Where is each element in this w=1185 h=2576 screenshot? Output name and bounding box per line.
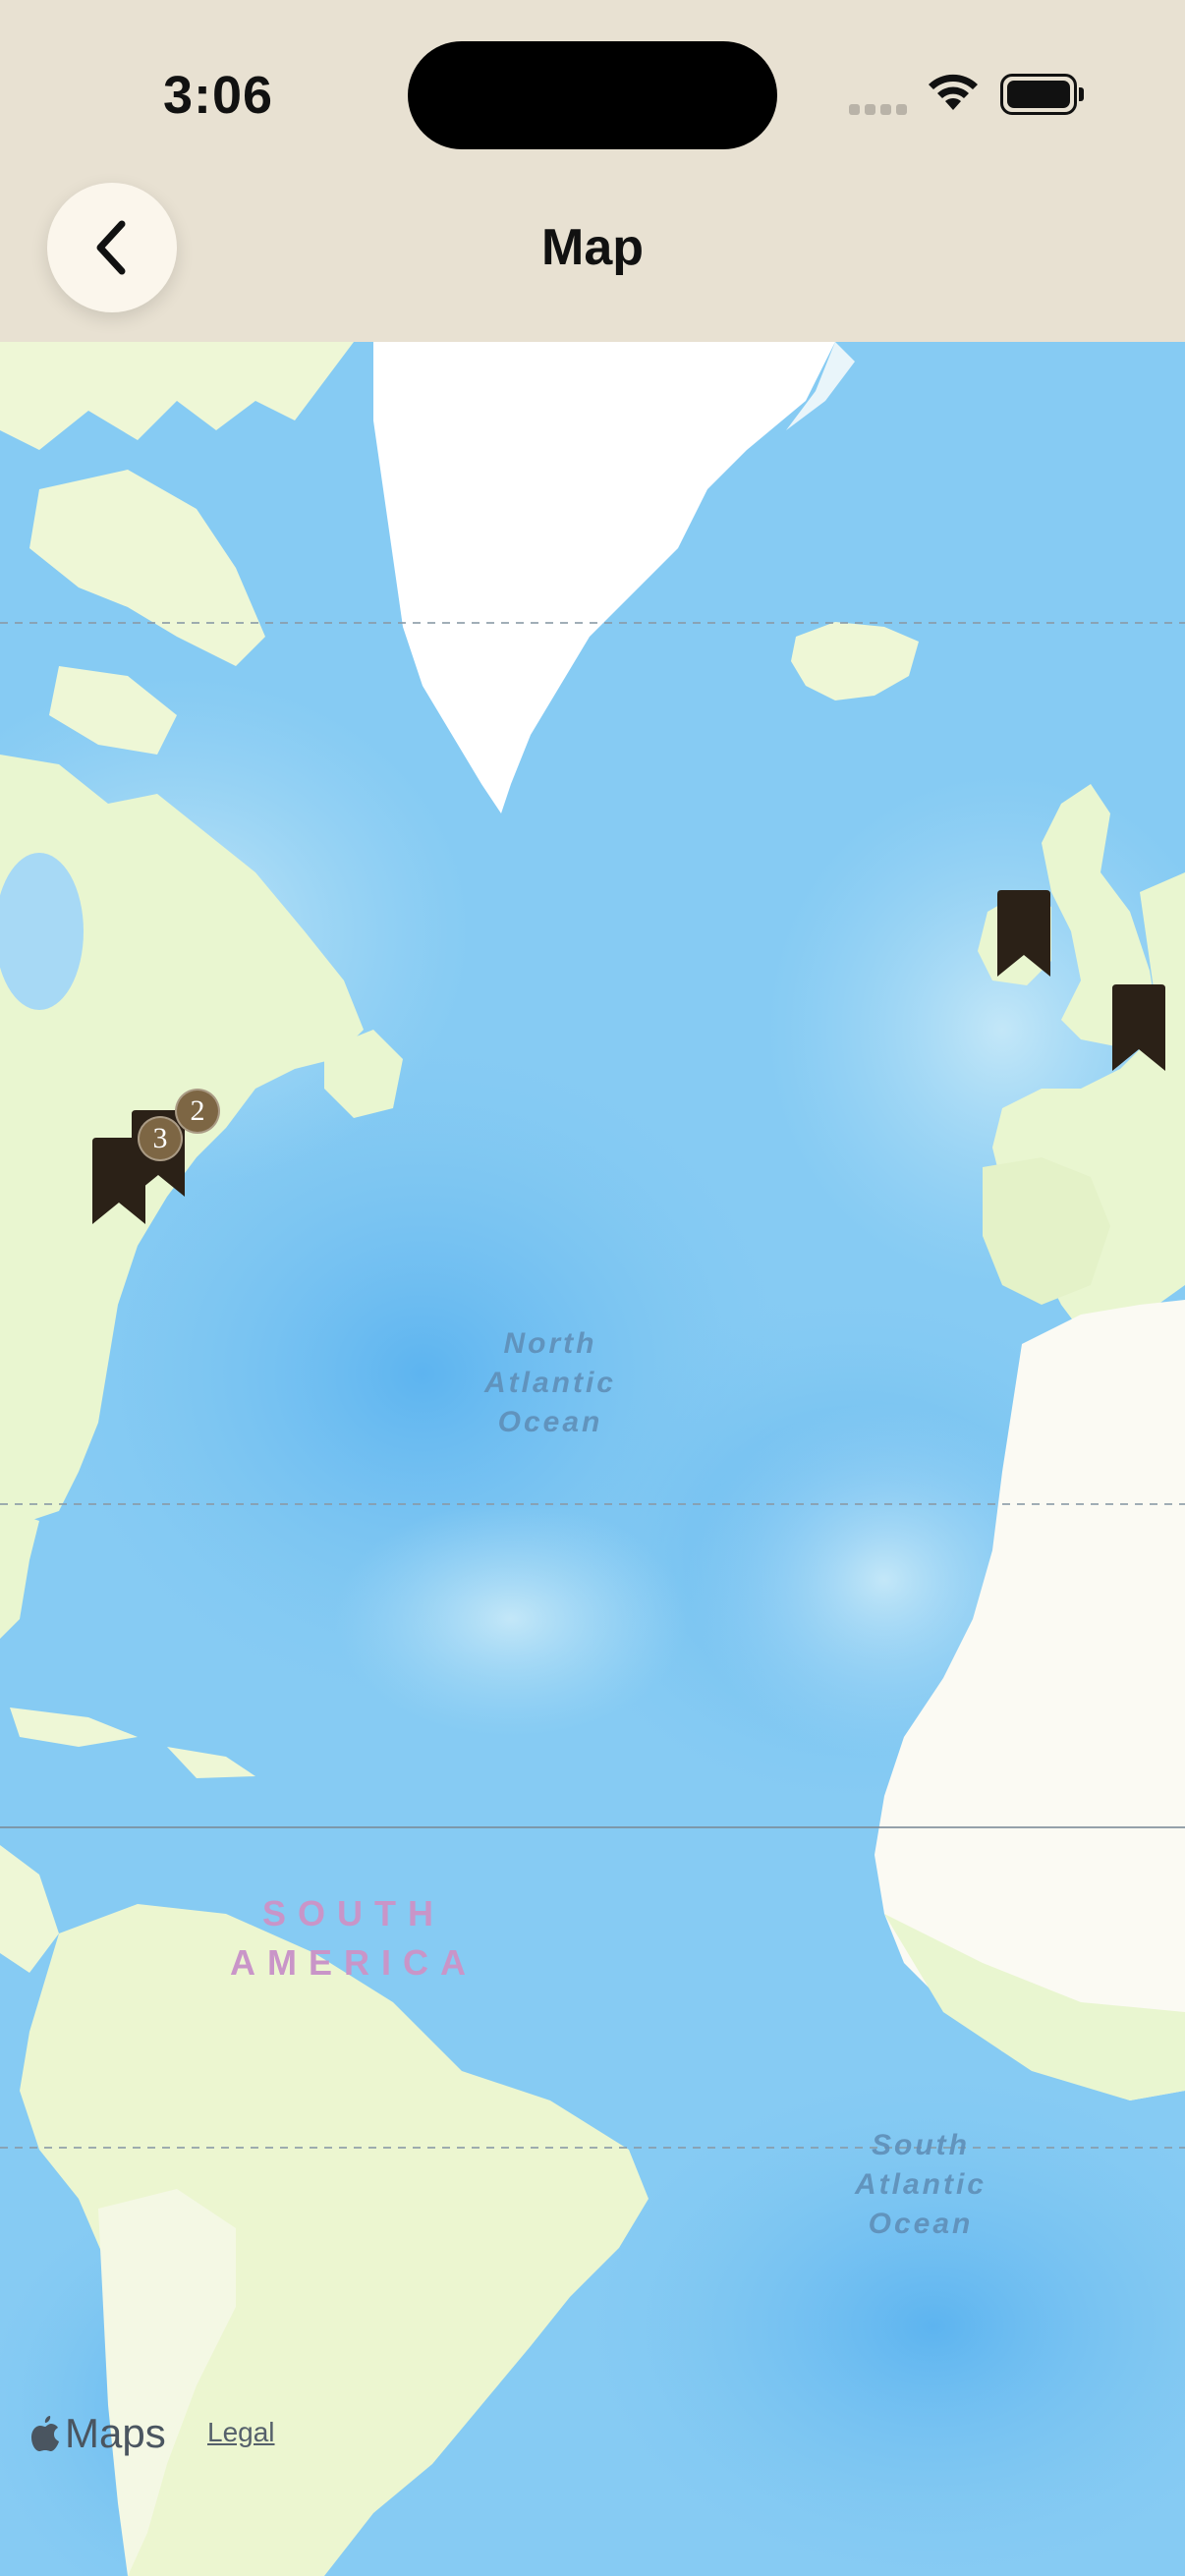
north-atlantic-ocean-label: North Atlantic Ocean — [432, 1324, 668, 1442]
bookmark-icon — [1112, 984, 1165, 1071]
apple-maps-attribution: Maps — [29, 2410, 166, 2457]
legal-link[interactable]: Legal — [207, 2417, 275, 2448]
status-bar: 3:06 — [0, 0, 1185, 187]
cellular-signal-icon — [849, 104, 908, 118]
apple-logo-icon — [31, 2416, 59, 2451]
dynamic-island — [408, 41, 777, 149]
label-line: South — [872, 2129, 970, 2161]
pin-count-badge: 3 — [138, 1116, 183, 1161]
bookmark-pin-cluster-3[interactable]: 3 — [90, 1116, 183, 1231]
bookmark-pin-england[interactable] — [1110, 984, 1167, 1078]
page-title: Map — [541, 219, 644, 276]
south-atlantic-ocean-label: South Atlantic Ocean — [803, 2126, 1039, 2244]
label-line: Atlantic — [854, 2168, 987, 2201]
pin-count-badge: 2 — [175, 1089, 220, 1134]
bookmark-icon — [92, 1138, 145, 1224]
label-line: Ocean — [497, 1406, 603, 1438]
label-line: SOUTH — [262, 1893, 445, 1933]
battery-icon — [1000, 74, 1084, 115]
label-line: Atlantic — [483, 1367, 616, 1399]
label-line: AMERICA — [230, 1942, 478, 1983]
wifi-icon — [929, 74, 978, 110]
south-america-label: SOUTH AMERICA — [197, 1889, 511, 1988]
label-line: Ocean — [868, 2208, 974, 2240]
label-line: North — [503, 1327, 597, 1360]
map-view[interactable]: North Atlantic Ocean South Atlantic Ocea… — [0, 342, 1185, 2576]
bookmark-icon — [997, 890, 1050, 977]
maps-brand-text: Maps — [65, 2410, 166, 2456]
status-time: 3:06 — [163, 66, 274, 125]
bookmark-pin-ireland[interactable] — [995, 890, 1052, 983]
